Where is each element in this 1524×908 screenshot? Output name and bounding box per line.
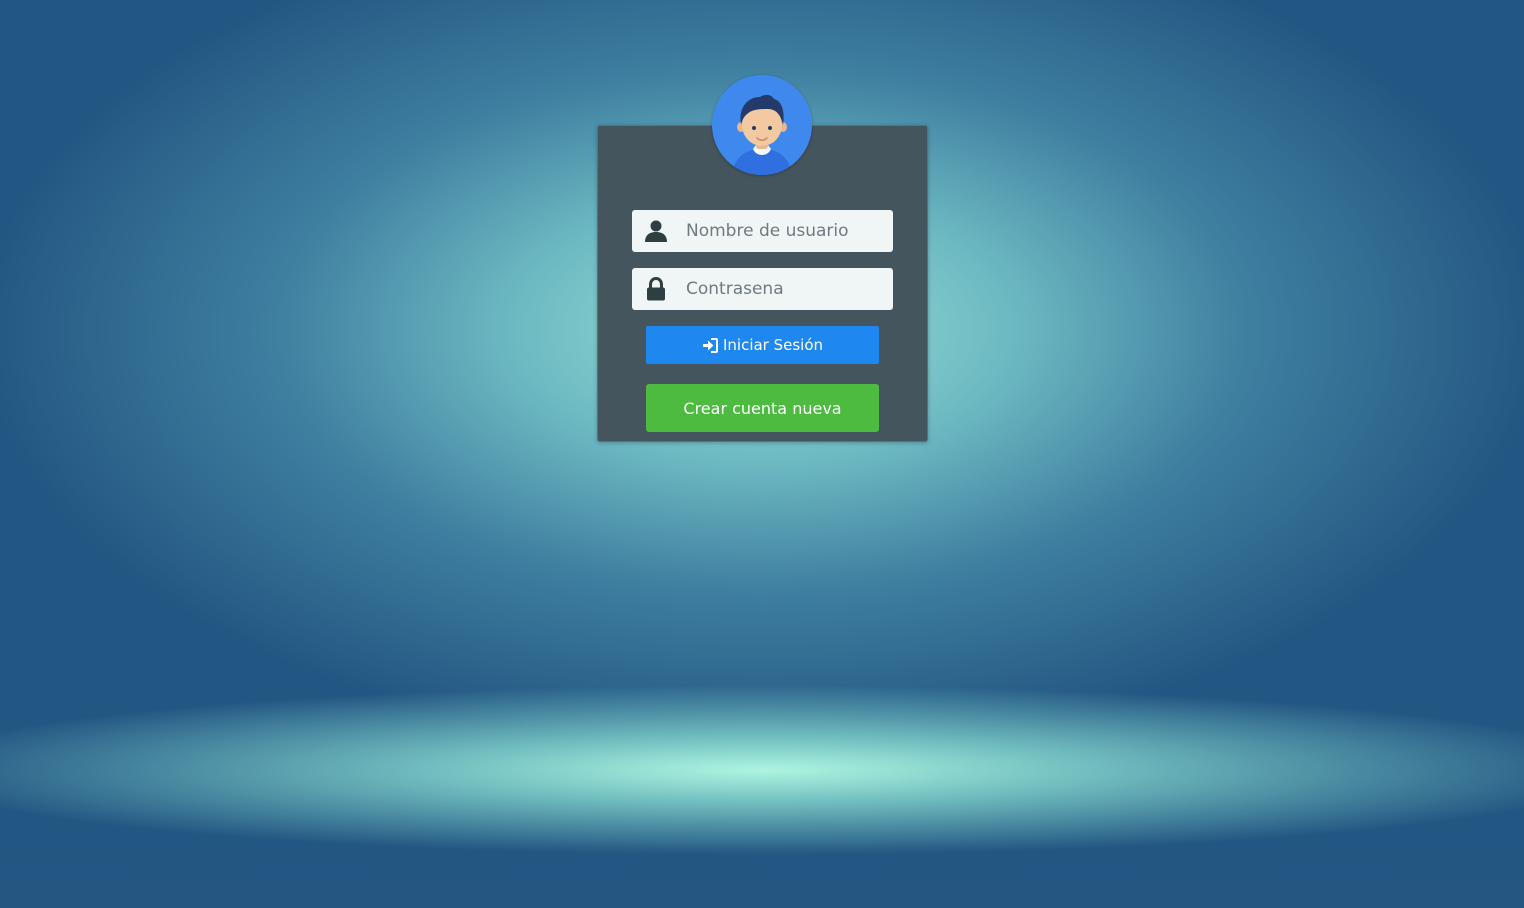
username-field bbox=[632, 210, 893, 252]
background-floor-glow bbox=[0, 840, 1524, 908]
create-account-label: Crear cuenta nueva bbox=[683, 398, 842, 418]
login-button-label: Iniciar Sesión bbox=[722, 336, 824, 354]
password-input[interactable] bbox=[680, 269, 886, 309]
user-avatar-icon bbox=[712, 75, 812, 175]
lock-icon bbox=[632, 268, 680, 310]
create-account-button[interactable]: Crear cuenta nueva bbox=[646, 384, 879, 432]
username-input[interactable] bbox=[680, 211, 886, 251]
user-icon bbox=[632, 210, 680, 252]
login-button[interactable]: Iniciar Sesión bbox=[646, 326, 879, 364]
sign-in-icon bbox=[702, 337, 718, 353]
password-field bbox=[632, 268, 893, 310]
